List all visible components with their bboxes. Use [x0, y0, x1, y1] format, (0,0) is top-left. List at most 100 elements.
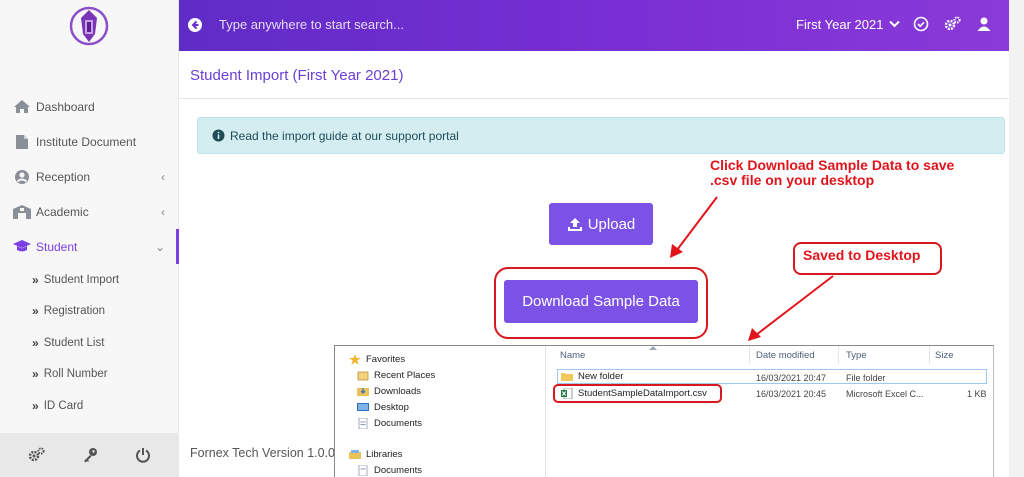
gears-icon[interactable]	[22, 440, 52, 470]
double-chevron-right-icon: »	[32, 304, 39, 319]
sidebar-item-label: Dashboard	[36, 99, 95, 114]
download-sample-data-button[interactable]: Download Sample Data	[504, 280, 698, 323]
column-divider[interactable]	[929, 346, 930, 364]
upload-button[interactable]: Upload	[549, 203, 653, 245]
annotation-click-note: Click Download Sample Data to save .csv …	[710, 158, 954, 188]
power-icon[interactable]	[128, 440, 158, 470]
top-navbar: Type anywhere to start search... First Y…	[179, 0, 1009, 51]
nav-label: Favorites	[366, 354, 406, 365]
app-logo[interactable]	[68, 4, 110, 48]
nav-libraries[interactable]: Libraries	[349, 447, 402, 462]
sidebar-subitem-id-card[interactable]: » ID Card	[0, 390, 179, 422]
global-search-input[interactable]: Type anywhere to start search...	[219, 17, 404, 32]
file-row-new-folder[interactable]: New folder	[561, 369, 623, 384]
annotation-line: Click Download Sample Data to save	[710, 157, 955, 173]
nav-label: Downloads	[374, 386, 421, 397]
sidebar-item-label: Student	[36, 239, 78, 254]
gears-icon[interactable]	[944, 16, 962, 34]
arrow-to-download	[676, 196, 718, 251]
recent-places-icon	[357, 370, 369, 381]
sidebar-item-label: Academic	[36, 204, 89, 219]
file-size: 1 KB	[967, 389, 987, 399]
sidebar-subitem-student-list[interactable]: » Student List	[0, 327, 179, 359]
user-icon[interactable]	[976, 16, 994, 34]
sidebar-subitem-label: Student Import	[43, 273, 120, 286]
documents-icon	[357, 417, 369, 430]
document-icon	[12, 134, 32, 150]
nav-label: Documents	[374, 418, 423, 429]
downloads-folder-icon	[357, 386, 369, 397]
nav-label: Documents	[374, 465, 423, 476]
nav-favorites[interactable]: Favorites	[349, 352, 405, 367]
star-icon	[349, 354, 361, 365]
nav-desktop[interactable]: Desktop	[357, 400, 409, 415]
double-chevron-right-icon: »	[32, 367, 39, 382]
chevron-down-icon: ⌄	[154, 239, 165, 254]
file-type: Microsoft Excel C...	[846, 389, 924, 399]
sidebar-item-reception[interactable]: Reception ‹	[0, 159, 179, 194]
file-name: StudentSampleDataImport.csv	[578, 388, 707, 399]
annotation-saved-note: Saved to Desktop	[803, 247, 921, 263]
explorer-nav-pane: Favorites Recent Places Downloads Deskto…	[335, 346, 546, 477]
chevron-down-icon	[889, 20, 900, 28]
key-icon[interactable]	[75, 440, 105, 470]
libraries-icon	[349, 449, 361, 460]
check-circle-icon[interactable]	[913, 16, 931, 34]
sort-arrow-icon	[649, 346, 657, 350]
double-chevron-right-icon: »	[32, 335, 39, 350]
arrow-to-explorer	[755, 275, 834, 336]
file-date: 16/03/2021 20:47	[756, 373, 827, 383]
sidebar-item-label: Reception	[36, 169, 91, 184]
file-name: New folder	[578, 371, 624, 382]
info-alert: Read the import guide at our support por…	[197, 117, 1005, 154]
scrollbar[interactable]	[1009, 0, 1024, 477]
file-type: File folder	[846, 373, 886, 383]
sidebar-subitem-label: Roll Number	[43, 368, 108, 381]
app-footer: Fornex Tech Version 1.0.0	[190, 446, 335, 460]
nav-downloads[interactable]: Downloads	[357, 384, 421, 399]
file-explorer-window: Favorites Recent Places Downloads Deskto…	[334, 345, 994, 477]
sidebar-footer	[0, 433, 179, 477]
column-header-type[interactable]: Type	[846, 350, 867, 361]
graduation-cap-icon	[12, 239, 32, 255]
nav-label: Desktop	[374, 402, 409, 413]
sidebar-item-institute-document[interactable]: Institute Document	[0, 124, 179, 159]
column-header-name[interactable]: Name	[560, 350, 585, 361]
column-header-date[interactable]: Date modified	[756, 350, 815, 361]
sidebar-item-label: Institute Document	[36, 134, 137, 149]
arrowhead	[670, 244, 683, 258]
sidebar-subitem-roll-number[interactable]: » Roll Number	[0, 359, 179, 391]
nav-library-documents[interactable]: Documents	[357, 463, 422, 477]
sidebar: Dashboard Institute Document Reception ‹…	[0, 0, 179, 477]
upload-icon	[567, 217, 582, 231]
column-divider[interactable]	[838, 346, 839, 364]
column-header-size[interactable]: Size	[935, 350, 953, 361]
folder-icon	[561, 371, 573, 382]
building-icon	[12, 204, 32, 220]
desktop-icon	[357, 402, 369, 413]
nav-label: Recent Places	[374, 370, 436, 381]
file-row-csv[interactable]: StudentSampleDataImport.csv	[561, 386, 707, 401]
page-title: Student Import (First Year 2021)	[190, 67, 404, 84]
sidebar-item-academic[interactable]: Academic ‹	[0, 194, 179, 229]
sidebar-subitem-student-import[interactable]: » Student Import	[0, 264, 179, 296]
arrowhead	[748, 328, 761, 341]
academic-year-label: First Year 2021	[796, 17, 884, 32]
academic-year-selector[interactable]: First Year 2021	[796, 17, 900, 32]
nav-documents[interactable]: Documents	[357, 416, 422, 431]
double-chevron-right-icon: »	[32, 272, 39, 287]
home-icon	[12, 99, 32, 115]
double-chevron-right-icon: »	[32, 398, 39, 413]
sidebar-subitem-label: Registration	[43, 305, 106, 318]
alert-text[interactable]: Read the import guide at our support por…	[230, 129, 459, 143]
file-date: 16/03/2021 20:45	[756, 389, 827, 399]
chevron-left-icon: ‹	[161, 204, 165, 219]
sidebar-item-student[interactable]: Student ⌄	[0, 229, 179, 264]
sidebar-item-dashboard[interactable]: Dashboard	[0, 89, 179, 124]
sidebar-subitem-registration[interactable]: » Registration	[0, 296, 179, 328]
info-icon	[212, 129, 225, 142]
back-arrow-icon[interactable]	[187, 17, 203, 33]
nav-recent-places[interactable]: Recent Places	[357, 368, 435, 383]
column-divider[interactable]	[749, 346, 750, 364]
chevron-left-icon: ‹	[161, 169, 165, 184]
